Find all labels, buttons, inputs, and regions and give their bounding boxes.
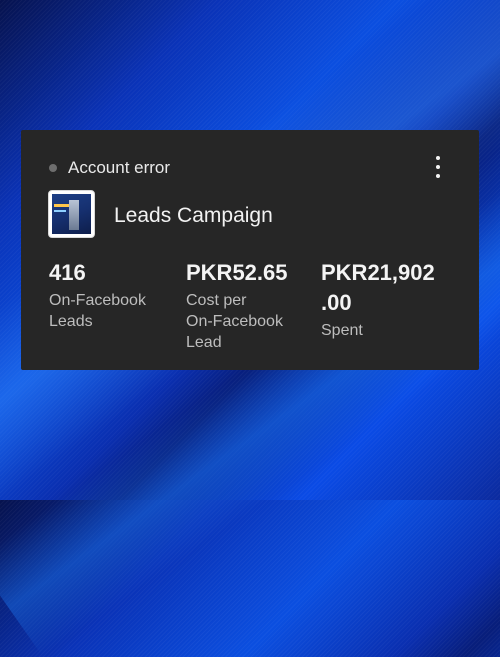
campaign-thumbnail[interactable]	[48, 190, 95, 238]
campaign-title[interactable]: Leads Campaign	[114, 204, 273, 228]
metric-value: PKR21,902 .00	[321, 258, 461, 318]
metric-label-line: Spent	[321, 322, 363, 339]
thumbnail-detail	[54, 210, 66, 212]
thumbnail-detail	[54, 204, 70, 207]
more-dot	[436, 156, 440, 160]
metric-value: 416	[49, 258, 169, 288]
metric-spent: PKR21,902 .00 Spent	[321, 258, 461, 341]
status-row: Account error	[49, 158, 170, 178]
metric-label-line: Cost per	[186, 292, 247, 309]
metric-value-line: PKR21,902	[321, 260, 435, 285]
metric-value: PKR52.65	[186, 258, 306, 288]
thumbnail-image	[52, 194, 91, 234]
metric-leads: 416 On-Facebook Leads	[49, 258, 169, 332]
metric-label-line: Lead	[186, 334, 222, 351]
metric-label: Spent	[321, 320, 461, 341]
metric-label-line: On-Facebook	[49, 292, 146, 309]
metric-value-line: 416	[49, 260, 86, 285]
status-text: Account error	[68, 158, 171, 177]
metric-cost-per-lead: PKR52.65 Cost per On-Facebook Lead	[186, 258, 306, 353]
metric-value-line: PKR52.65	[186, 260, 288, 285]
metric-label-line: Leads	[49, 313, 93, 330]
metric-label: On-Facebook Leads	[49, 290, 169, 332]
more-dot	[436, 165, 440, 169]
metric-label-line: On-Facebook	[186, 313, 283, 330]
more-dot	[436, 174, 440, 178]
status-dot-icon	[49, 164, 57, 172]
more-options-icon[interactable]	[431, 156, 445, 178]
thumbnail-tower	[69, 200, 79, 230]
campaign-card[interactable]: Account error Leads Campaign 416 On-Face…	[21, 130, 479, 370]
metric-label: Cost per On-Facebook Lead	[186, 290, 306, 353]
metric-value-line: .00	[321, 290, 352, 315]
